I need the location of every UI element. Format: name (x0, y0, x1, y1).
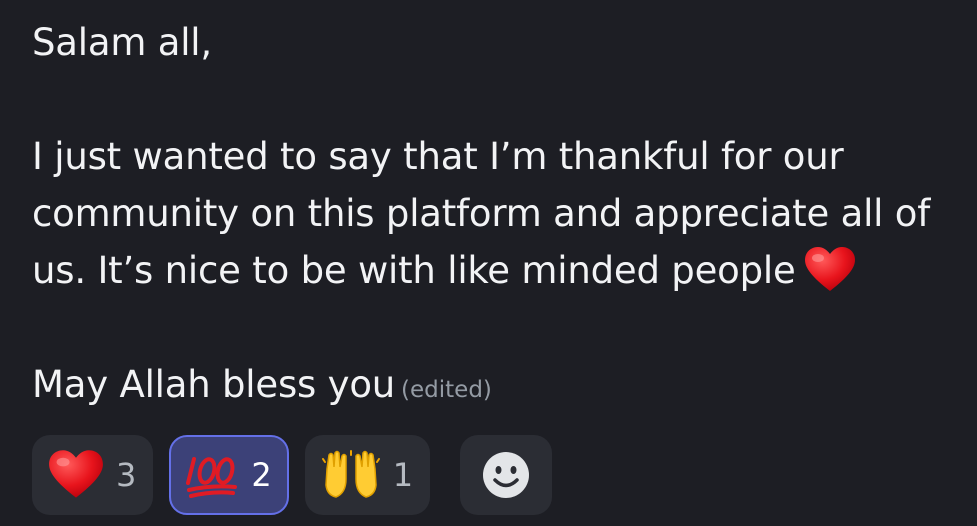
reaction-heart[interactable]: 3 (32, 435, 154, 515)
message-line-with-emoji: us. It’s nice to be with like minded peo… (32, 242, 962, 299)
reaction-count: 3 (116, 456, 137, 494)
message-line: community on this platform and appreciat… (32, 192, 931, 235)
message-line-last: May Allah bless you (edited) (32, 356, 962, 419)
reaction-hundred[interactable]: 2 (169, 435, 289, 515)
raising-hands-icon (321, 449, 381, 501)
reaction-count: 1 (392, 456, 414, 494)
message-line-text: us. It’s nice to be with like minded peo… (32, 249, 796, 292)
red-heart-icon (48, 450, 104, 500)
heart-emoji-icon (804, 247, 856, 293)
reaction-raising-hands[interactable]: 1 (304, 435, 431, 515)
message-line: Salam all, (32, 21, 212, 64)
add-reaction-button[interactable] (460, 435, 553, 515)
message-content: Salam all, I just wanted to say that I’m… (32, 14, 962, 419)
message-line-text: May Allah bless you (32, 363, 396, 406)
reactions-bar: 3 2 1 (32, 435, 553, 515)
smiley-face-icon (482, 451, 530, 499)
message-line: I just wanted to say that I’m thankful f… (32, 135, 844, 178)
edited-label: (edited) (401, 377, 492, 403)
hundred-points-icon (185, 451, 239, 499)
reaction-count: 2 (251, 456, 272, 494)
